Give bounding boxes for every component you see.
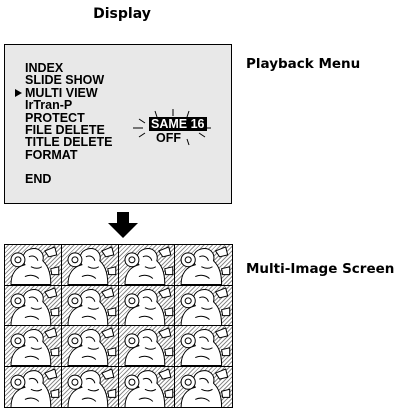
thumbnail-image[interactable]: [5, 245, 62, 286]
thumbnail-image[interactable]: [118, 245, 176, 286]
thumbnail-image[interactable]: [61, 245, 119, 286]
thumbnail-image[interactable]: [175, 245, 232, 286]
playback-menu-label: Playback Menu: [246, 56, 361, 72]
menu-list: INDEX SLIDE SHOW MULTI VIEW IrTran-P PRO…: [15, 62, 113, 186]
thumbnail-image[interactable]: [61, 285, 119, 326]
option-off[interactable]: OFF: [156, 132, 181, 145]
thumbnail-image[interactable]: [118, 326, 176, 367]
down-arrow-icon: [108, 212, 138, 238]
display-heading: Display: [93, 6, 151, 22]
option-same-highlight: SAME 16: [149, 117, 207, 131]
multi-image-screen-label: Multi-Image Screen: [246, 261, 395, 277]
thumbnail-image[interactable]: [118, 285, 176, 326]
thumbnail-image[interactable]: [175, 285, 232, 326]
multi-image-grid: [4, 244, 233, 408]
thumbnail-image[interactable]: [5, 366, 62, 407]
thumbnail-image[interactable]: [5, 326, 62, 367]
thumbnail-image[interactable]: [5, 285, 62, 326]
thumbnail-image[interactable]: [61, 366, 119, 407]
thumbnail-image[interactable]: [118, 366, 176, 407]
cursor-arrow-icon: [15, 88, 22, 97]
thumbnail-image[interactable]: [175, 326, 232, 367]
menu-item-format[interactable]: FORMAT: [25, 149, 113, 162]
menu-item-end[interactable]: END: [25, 173, 113, 186]
thumbnail-image[interactable]: [175, 366, 232, 407]
thumbnail-image[interactable]: [61, 326, 119, 367]
option-same-16[interactable]: SAME 16: [149, 117, 207, 131]
playback-menu-screen: INDEX SLIDE SHOW MULTI VIEW IrTran-P PRO…: [4, 44, 232, 204]
